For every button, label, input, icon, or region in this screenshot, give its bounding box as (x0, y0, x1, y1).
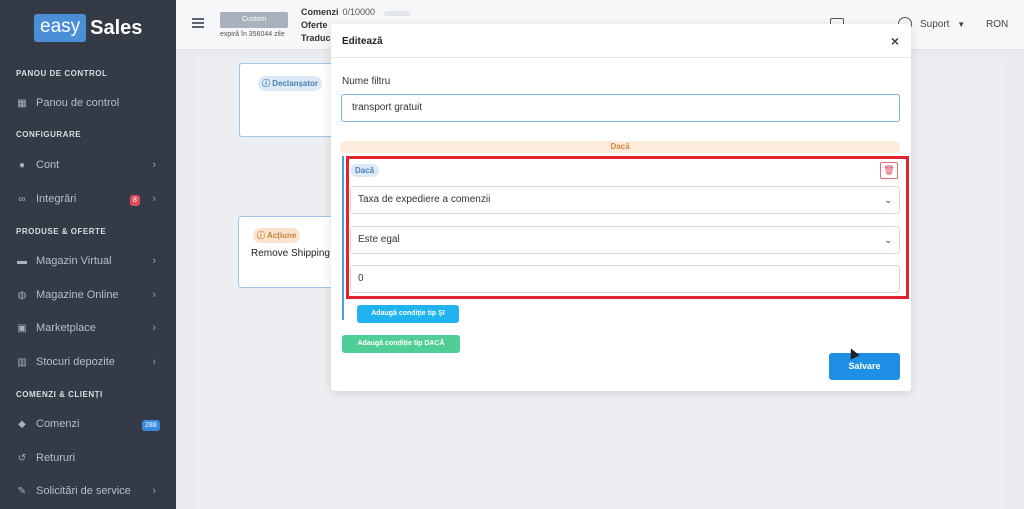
sidebar-item-label: Marketplace (36, 322, 96, 334)
comenzi-progress (384, 11, 410, 16)
action-tag: ⓘ Acțiune (253, 228, 301, 243)
logo-easy: easy (34, 14, 87, 42)
return-icon: ↺ (17, 452, 27, 464)
support-menu[interactable]: Suport ▼ (920, 19, 965, 30)
sidebar-item-integrari[interactable]: ∞ Integrări 8 › (16, 189, 164, 209)
chevron-right-icon: › (152, 193, 156, 205)
stat-traduceri-label: Traduc (301, 33, 331, 43)
trigger-tag-label: Declanșator (272, 79, 319, 88)
section-title-comenzi: COMENZI & CLIENȚI (16, 390, 103, 399)
sidebar-item-label: Comenzi (36, 418, 80, 430)
filter-name-label: Nume filtru (342, 76, 391, 87)
dashboard-icon: ▦ (17, 97, 27, 109)
sidebar-item-marketplace[interactable]: ▣ Marketplace › (16, 318, 164, 338)
highlight-box (346, 156, 909, 299)
globe-icon: ◍ (17, 289, 27, 301)
comenzi-badge: 288 (142, 420, 160, 431)
sidebar-item-comenzi[interactable]: ◆ Comenzi 288 (16, 414, 164, 434)
plan-expiry: expiră în 356044 zile (220, 31, 285, 38)
sidebar-item-label: Integrări (36, 193, 77, 205)
sidebar-item-solicitari-service[interactable]: ✎ Solicitări de service › (16, 481, 164, 501)
tag-icon: ◆ (18, 418, 26, 430)
daca-section-header: Dacă (340, 141, 900, 153)
sidebar-item-label: Retururi (36, 452, 76, 464)
trigger-tag: ⓘ Declanșator (258, 76, 323, 91)
sidebar-item-magazin-virtual[interactable]: ▬ Magazin Virtual › (16, 251, 164, 271)
add-if-condition-button[interactable]: Adaugă condiție tip DACĂ (342, 335, 460, 353)
link-icon: ∞ (18, 193, 26, 205)
close-icon[interactable]: × (891, 33, 899, 49)
stat-oferte-label: Oferte (301, 20, 328, 30)
sidebar-item-magazine-online[interactable]: ◍ Magazine Online › (16, 285, 164, 305)
user-icon: ● (18, 159, 26, 171)
stat-comenzi-value: 0/10000 (342, 7, 376, 17)
chevron-right-icon: › (152, 322, 156, 334)
save-button[interactable]: Salvare (829, 353, 900, 380)
chevron-right-icon: › (152, 356, 156, 368)
sidebar-item-label: Magazine Online (36, 289, 119, 301)
menu-icon[interactable] (192, 18, 204, 28)
chevron-right-icon: › (152, 255, 156, 267)
chevron-right-icon: › (152, 289, 156, 301)
currency-label[interactable]: RON (986, 19, 1008, 30)
condition-group-line (342, 156, 344, 320)
action-tag-label: Acțiune (266, 231, 297, 240)
sidebar-item-label: Magazin Virtual (36, 255, 112, 267)
section-title-produse: PRODUSE & OFERTE (16, 227, 107, 236)
sidebar-item-label: Solicitări de service (36, 485, 131, 497)
integrari-badge: 8 (130, 195, 140, 206)
marketplace-icon: ▣ (17, 322, 27, 334)
logo[interactable]: easy Sales (34, 14, 142, 42)
filter-name-input[interactable]: transport gratuit (341, 94, 900, 122)
wrench-icon: ✎ (17, 485, 27, 497)
modal-header: Editează × (331, 24, 911, 58)
sidebar: easy Sales PANOU DE CONTROL ▦ Panou de c… (0, 0, 176, 509)
chevron-right-icon: › (152, 159, 156, 171)
sidebar-item-label: Panou de control (36, 97, 120, 109)
store-icon: ▬ (17, 255, 27, 267)
stat-comenzi: Comenzi 0/10000 (301, 7, 375, 17)
sidebar-item-label: Cont (36, 159, 60, 171)
stat-comenzi-label: Comenzi (301, 7, 339, 17)
caret-down-icon: ▼ (957, 20, 966, 29)
sidebar-item-retururi[interactable]: ↺ Retururi (16, 448, 164, 468)
warehouse-icon: ▥ (17, 356, 27, 368)
sidebar-item-stocuri-depozite[interactable]: ▥ Stocuri depozite › (16, 352, 164, 372)
sidebar-item-label: Stocuri depozite (36, 356, 115, 368)
logo-sales: Sales (90, 16, 143, 39)
trigger-card[interactable]: ⓘ Declanșator (239, 63, 335, 137)
modal-title: Editează (342, 36, 383, 47)
section-title-configurare: CONFIGURARE (16, 130, 82, 139)
section-title-panou: PANOU DE CONTROL (16, 69, 108, 78)
add-and-condition-button[interactable]: Adaugă condiție tip ȘI (357, 305, 459, 323)
sidebar-item-cont[interactable]: ● Cont › (16, 155, 164, 175)
plan-badge[interactable]: Custom (220, 12, 288, 28)
chevron-right-icon: › (152, 485, 156, 497)
action-card[interactable]: ⓘ Acțiune Remove Shipping (238, 216, 334, 288)
action-text: Remove Shipping (251, 248, 330, 259)
support-label: Suport (920, 19, 950, 30)
edit-modal: Editează × Nume filtru transport gratuit… (331, 24, 911, 391)
sidebar-item-panou-de-control[interactable]: ▦ Panou de control (16, 93, 164, 113)
